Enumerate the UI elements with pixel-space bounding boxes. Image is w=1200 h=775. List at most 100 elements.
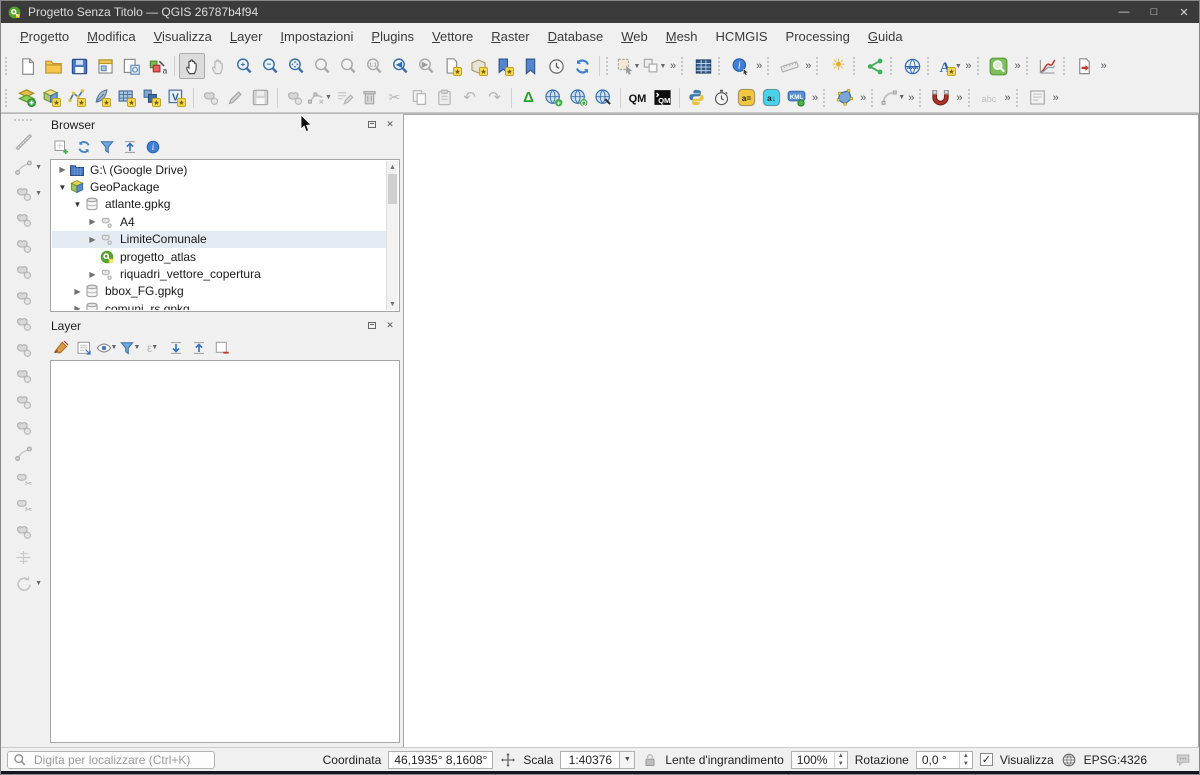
messages-icon[interactable] (1175, 752, 1191, 768)
timer-plugin-button[interactable] (709, 85, 734, 110)
toolbar-grip[interactable] (5, 57, 12, 75)
toolbar-grip[interactable] (606, 57, 613, 75)
menu-layer[interactable]: Layer (221, 26, 272, 47)
map-canvas[interactable] (403, 114, 1199, 747)
merge-features-button[interactable] (10, 518, 36, 544)
report-plugin-button[interactable] (1072, 53, 1098, 79)
style-manager-button[interactable]: a (144, 53, 170, 79)
cut-features-button[interactable]: ✂ (382, 85, 407, 110)
menu-mesh[interactable]: Mesh (657, 26, 707, 47)
toolbar-grip[interactable] (1015, 88, 1023, 107)
refresh-map-button[interactable] (569, 53, 595, 79)
lock-icon[interactable] (642, 752, 658, 768)
remove-layer-button[interactable] (211, 337, 232, 358)
manage-map-themes-button[interactable]: ▼ (96, 337, 117, 358)
toolbar-overflow-icon[interactable]: » (962, 60, 974, 72)
dropdown-arrow-icon[interactable]: ▼ (955, 63, 962, 70)
toolbar-overflow-icon[interactable]: » (1012, 60, 1024, 72)
new-print-layout-button[interactable] (92, 53, 118, 79)
menu-processing[interactable]: Processing (777, 26, 859, 47)
reshape-features-button[interactable] (10, 414, 36, 440)
attribute-table-button[interactable] (690, 53, 716, 79)
copy-move-feature-button[interactable] (10, 206, 36, 232)
toolbar-grip[interactable] (871, 88, 878, 107)
toolbar-grip[interactable] (890, 57, 897, 75)
pan-map-button[interactable] (179, 53, 205, 79)
dropdown-arrow-icon[interactable]: ▼ (35, 580, 42, 587)
collapse-all-button[interactable] (119, 136, 140, 157)
spin-down-icon[interactable]: ▼ (960, 760, 972, 768)
copy-features-button[interactable] (407, 85, 432, 110)
zoom-native-button[interactable]: 1:1 (361, 53, 387, 79)
add-feature-button[interactable] (282, 85, 307, 110)
globe-layer-plugin-button[interactable]: Q (566, 85, 591, 110)
menu-visualizza[interactable]: Visualizza (145, 26, 221, 47)
tree-expander-icon[interactable]: ▶ (71, 287, 84, 296)
offset-curve-button[interactable] (10, 440, 36, 466)
spin-up-icon[interactable]: ▲ (960, 752, 972, 760)
menu-database[interactable]: Database (539, 26, 613, 47)
refresh-browser-button[interactable] (73, 136, 94, 157)
qm-console-button[interactable]: QM (650, 85, 675, 110)
bookmark-manager-button[interactable] (517, 53, 543, 79)
zoom-in-button[interactable]: + (231, 53, 257, 79)
globe-search-plugin-button[interactable] (591, 85, 616, 110)
menu-web[interactable]: Web (612, 26, 657, 47)
collapse-all-layers-button[interactable] (188, 337, 209, 358)
save-edits-button[interactable] (248, 85, 273, 110)
toolbar-grip[interactable] (14, 119, 32, 126)
toolbar-grip[interactable] (919, 88, 926, 107)
move-feature-button[interactable]: ▼ (10, 180, 42, 206)
scroll-up-arrow[interactable]: ▲ (387, 161, 398, 173)
simplify-feature-button[interactable] (10, 258, 36, 284)
search-plugin-button[interactable] (986, 53, 1012, 79)
translate-plugin-yellow-button[interactable]: a= (734, 85, 759, 110)
new-spatialite-layer-button[interactable]: ★ (89, 85, 114, 110)
delete-part-button[interactable] (10, 388, 36, 414)
toolbar-overflow-icon[interactable]: » (809, 92, 821, 104)
cad-ruler-plugin-button[interactable]: Δ (516, 85, 541, 110)
render-checkbox[interactable]: ✓ (979, 753, 993, 766)
menu-modifica[interactable]: Modifica (78, 26, 144, 47)
open-project-button[interactable] (40, 53, 66, 79)
toolbar-grip[interactable] (927, 57, 934, 75)
tree-item-geopackage[interactable]: ▼ GeoPackage (52, 178, 386, 195)
menu-progetto[interactable]: Progetto (11, 26, 78, 47)
toolbar-overflow-icon[interactable]: » (1050, 92, 1062, 104)
label-tools-button[interactable]: abc (977, 85, 1002, 110)
menu-vettore[interactable]: Vettore (423, 26, 482, 47)
menu-raster[interactable]: Raster (482, 26, 538, 47)
filter-by-expression-button[interactable]: ε ▼ (142, 337, 163, 358)
menu-impostazioni[interactable]: Impostazioni (271, 26, 362, 47)
expand-all-button[interactable] (165, 337, 186, 358)
layer-float-button[interactable] (365, 319, 379, 332)
rotate-point-symbols-button[interactable]: ▼ (10, 570, 42, 596)
filter-browser-button[interactable] (96, 136, 117, 157)
tree-item-bbox-fg-gpkg[interactable]: ▶ bbox_FG.gpkg (52, 283, 386, 300)
rotate-feature-button[interactable] (10, 232, 36, 258)
scale-value[interactable]: 1:40376 (560, 750, 621, 769)
pan-to-selection-button[interactable] (205, 53, 231, 79)
fill-ring-button[interactable] (10, 336, 36, 362)
toolbar-grip[interactable] (976, 57, 984, 75)
new-spatial-bookmark-button[interactable]: ★ (491, 53, 517, 79)
toolbar-grip[interactable] (1025, 57, 1033, 75)
new-project-button[interactable] (14, 53, 40, 79)
toolbar-overflow-icon[interactable]: » (753, 60, 765, 72)
tree-expander-icon[interactable]: ▶ (86, 270, 99, 279)
toolbar-grip[interactable] (853, 57, 860, 75)
select-features-button[interactable]: ▼ (615, 53, 641, 79)
tree-expander-icon[interactable]: ▶ (56, 165, 69, 174)
tree-expander-icon[interactable]: ▶ (86, 217, 99, 226)
toolbar-overflow-icon[interactable]: » (857, 92, 869, 104)
delete-ring-button[interactable] (10, 362, 36, 388)
trace-tool-button[interactable]: ▼ (10, 154, 42, 180)
new-bookmark-button[interactable]: ★ (439, 53, 465, 79)
browser-properties-button[interactable]: i (142, 136, 163, 157)
dropdown-arrow-icon[interactable]: ▼ (151, 344, 158, 351)
undo-button[interactable]: ↶ (457, 85, 482, 110)
crs-button[interactable]: EPSG:4326 (1084, 753, 1147, 767)
zoom-to-layer-button[interactable] (335, 53, 361, 79)
add-group-button[interactable] (73, 337, 94, 358)
tree-expander-icon[interactable]: ▼ (71, 200, 84, 209)
